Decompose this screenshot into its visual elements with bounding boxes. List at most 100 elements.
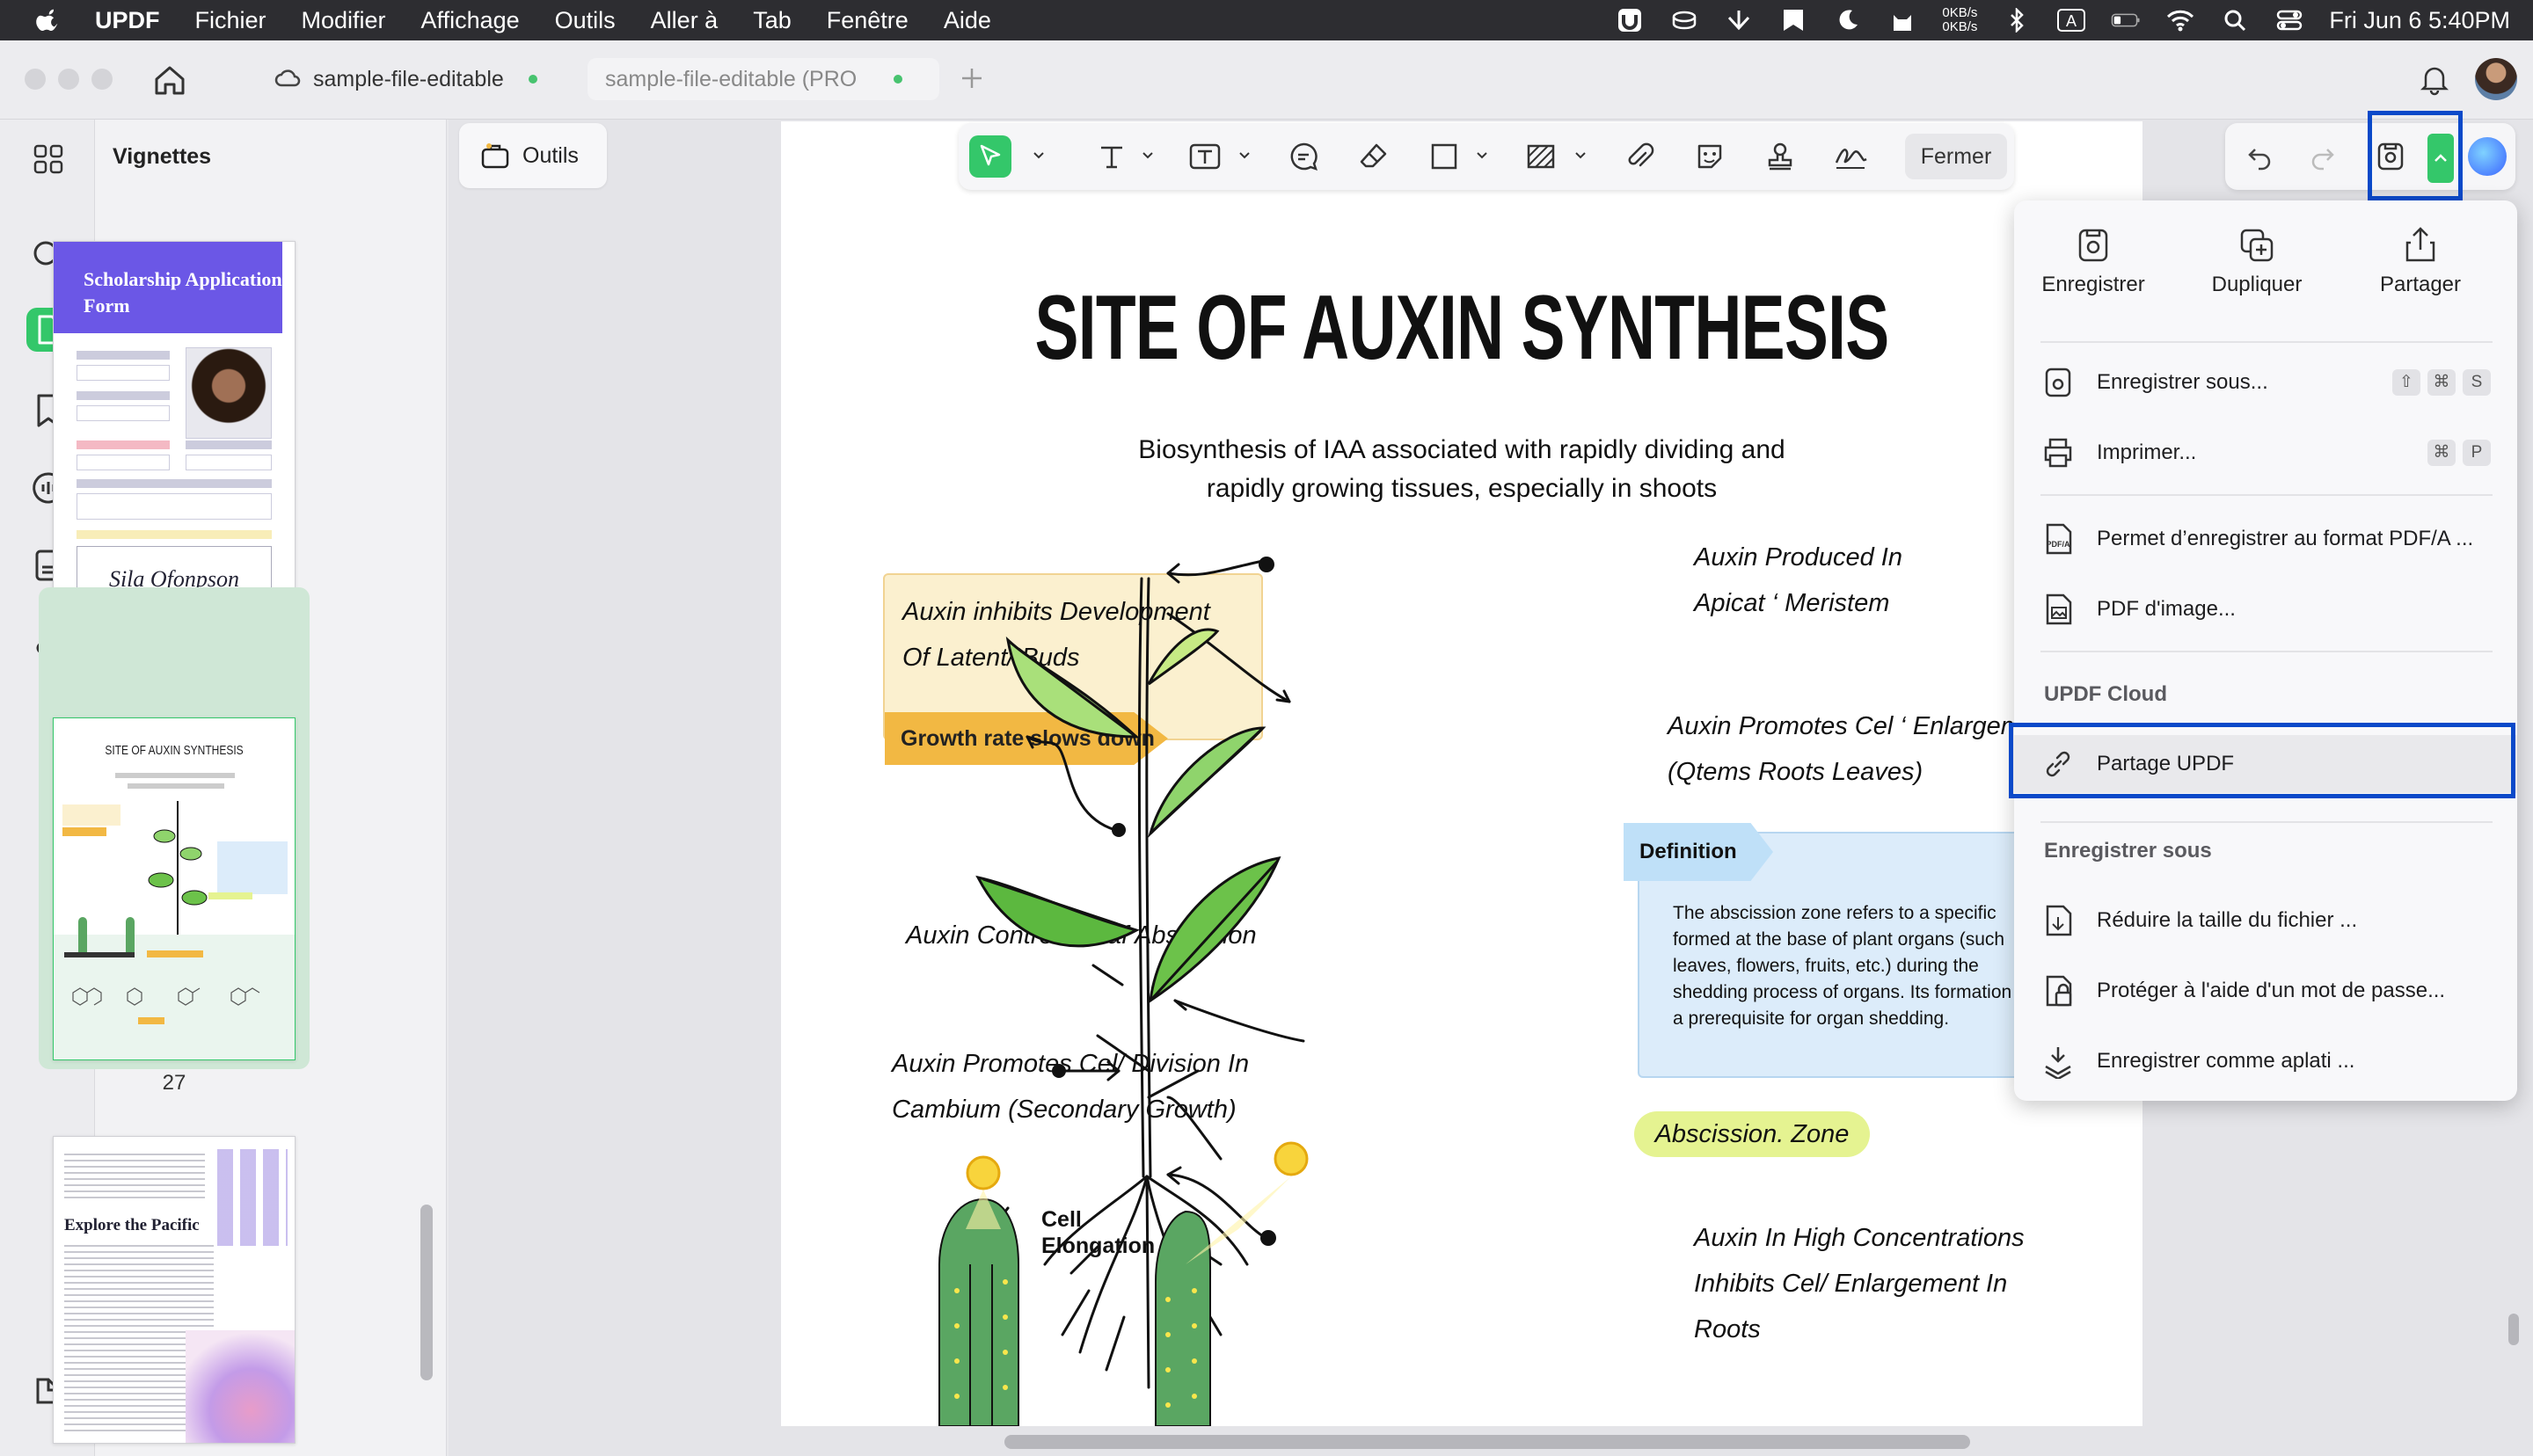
comment-tool-button[interactable] bbox=[1282, 135, 1325, 178]
clock[interactable]: Fri Jun 6 5:40PM bbox=[2329, 7, 2510, 34]
reduce-size-item[interactable]: Réduire la taille du fichier ... bbox=[2014, 892, 2517, 950]
comment-icon bbox=[1290, 142, 1318, 171]
unsaved-dot bbox=[894, 75, 902, 84]
apps-grid-icon[interactable] bbox=[26, 137, 70, 181]
save-as-icon bbox=[2045, 368, 2071, 397]
thumbnail-scrollbar[interactable] bbox=[420, 1205, 433, 1380]
menu-fenetre[interactable]: Fenêtre bbox=[827, 7, 909, 34]
save-as-item[interactable]: Enregistrer sous... ⇧ ⌘ S bbox=[2014, 353, 2517, 411]
chevron-down-icon[interactable] bbox=[1033, 149, 1045, 162]
bluetooth-icon[interactable] bbox=[2002, 7, 2032, 33]
image-pdf-item[interactable]: PDF d'image... bbox=[2014, 580, 2517, 638]
vertical-scrollbar[interactable] bbox=[2508, 1314, 2519, 1345]
window-close-button[interactable] bbox=[25, 69, 46, 90]
menu-tab[interactable]: Tab bbox=[753, 7, 792, 34]
battery-icon[interactable] bbox=[2111, 7, 2141, 33]
print-shortcut: ⌘ P bbox=[2427, 440, 2491, 466]
unsaved-dot bbox=[528, 75, 537, 84]
text-tool-button[interactable] bbox=[1091, 135, 1133, 178]
storage-icon[interactable] bbox=[1669, 7, 1699, 33]
select-tool-button[interactable] bbox=[969, 135, 1011, 178]
updf-menu-icon[interactable] bbox=[1615, 7, 1645, 33]
printer-icon bbox=[2044, 438, 2072, 468]
eraser-tool-button[interactable] bbox=[1353, 135, 1395, 178]
annotation-toolbar: Fermer bbox=[959, 123, 2014, 190]
chevron-down-icon[interactable] bbox=[1238, 149, 1251, 162]
chevron-down-icon[interactable] bbox=[1476, 149, 1488, 162]
thumbnail-page-27[interactable]: SITE OF AUXIN SYNTHESIS bbox=[53, 717, 296, 1060]
chevron-down-icon[interactable] bbox=[1574, 149, 1587, 162]
tab-label: sample-file-editable bbox=[313, 66, 504, 91]
image-pdf-icon bbox=[2046, 593, 2072, 625]
moon-icon[interactable] bbox=[1833, 7, 1863, 33]
notification-bell-icon[interactable] bbox=[2417, 62, 2452, 97]
thumb-photo bbox=[186, 347, 272, 439]
lock-document-icon bbox=[2046, 975, 2072, 1007]
attach-tool-button[interactable] bbox=[1618, 135, 1661, 178]
textbox-tool-button[interactable] bbox=[1184, 135, 1226, 178]
page-number-27: 27 bbox=[162, 1071, 186, 1095]
cloud-section-header: UPDF Cloud bbox=[2044, 682, 2167, 706]
tab-document-2[interactable]: sample-file-editable (PRO bbox=[588, 58, 939, 100]
tools-button[interactable]: Outils bbox=[459, 123, 607, 188]
window-zoom-button[interactable] bbox=[91, 69, 113, 90]
area-tool-button[interactable] bbox=[1520, 135, 1562, 178]
menu-modifier[interactable]: Modifier bbox=[302, 7, 386, 34]
thumb-header: Scholarship Application Form bbox=[54, 242, 282, 333]
control-center-icon[interactable] bbox=[2274, 7, 2304, 33]
home-icon[interactable] bbox=[151, 62, 188, 98]
menu-bar: UPDF Fichier Modifier Affichage Outils A… bbox=[0, 0, 2533, 40]
duplicate-action[interactable]: Dupliquer bbox=[2178, 225, 2336, 297]
menu-fichier[interactable]: Fichier bbox=[195, 7, 266, 34]
menu-aide[interactable]: Aide bbox=[944, 7, 991, 34]
spotlight-search-icon[interactable] bbox=[2220, 7, 2250, 33]
input-source-icon[interactable]: A bbox=[2056, 7, 2086, 33]
save-action[interactable]: Enregistrer bbox=[2014, 225, 2172, 297]
chevron-down-icon[interactable] bbox=[1142, 149, 1154, 162]
duplicate-icon bbox=[2240, 229, 2274, 262]
toolbox-icon bbox=[481, 143, 509, 169]
thumbnail-page-28[interactable]: Explore the Pacific bbox=[53, 1136, 296, 1444]
shape-tool-button[interactable] bbox=[1423, 135, 1465, 178]
flatten-item[interactable]: Enregistrer comme aplati ... bbox=[2014, 1032, 2517, 1090]
menu-app-name[interactable]: UPDF bbox=[95, 7, 160, 34]
user-avatar[interactable] bbox=[2475, 58, 2517, 100]
close-tools-button[interactable]: Fermer bbox=[1905, 134, 2007, 179]
tab-label: sample-file-editable (PRO bbox=[605, 66, 858, 91]
window-minimize-button[interactable] bbox=[58, 69, 79, 90]
menu-aller-a[interactable]: Aller à bbox=[651, 7, 719, 34]
menu-outils[interactable]: Outils bbox=[555, 7, 616, 34]
download-tray-icon[interactable] bbox=[1724, 7, 1754, 33]
undo-icon bbox=[2248, 149, 2271, 171]
cursor-icon bbox=[980, 144, 1001, 166]
pdfa-icon: PDF/A bbox=[2047, 523, 2072, 555]
horizontal-scrollbar[interactable] bbox=[1004, 1435, 1970, 1449]
bookmark-app-icon[interactable] bbox=[1778, 7, 1808, 33]
text-icon bbox=[1101, 146, 1122, 169]
thumb-title: Explore the Pacific bbox=[64, 1216, 200, 1234]
signature-tool-button[interactable] bbox=[1829, 135, 1872, 178]
apple-icon[interactable] bbox=[35, 6, 63, 34]
plant-illustration bbox=[938, 557, 1309, 1426]
tab-document-1[interactable]: sample-file-editable bbox=[274, 58, 537, 100]
protect-password-item[interactable]: Protéger à l'aide d'un mot de passe... bbox=[2014, 962, 2517, 1020]
ai-assistant-icon[interactable] bbox=[2468, 137, 2507, 176]
print-item[interactable]: Imprimer... ⌘ P bbox=[2014, 424, 2517, 482]
undo-button[interactable] bbox=[2239, 135, 2281, 178]
stamp-tool-button[interactable] bbox=[1759, 135, 1801, 178]
thumbnail-page-26[interactable]: Scholarship Application Form Sila Ofonps… bbox=[53, 241, 296, 642]
paperclip-icon bbox=[1628, 142, 1654, 167]
cloud-icon bbox=[274, 69, 301, 87]
pdfa-item[interactable]: PDF/A Permet d’enregistrer au format PDF… bbox=[2014, 510, 2517, 568]
menu-affichage[interactable]: Affichage bbox=[421, 7, 520, 34]
cat-icon[interactable] bbox=[1887, 7, 1917, 33]
save-as-section-header: Enregistrer sous bbox=[2044, 839, 2212, 863]
thumb-title: SITE OF AUXIN SYNTHESIS bbox=[105, 743, 244, 758]
status-area: 0KB/s 0KB/s A Fri Jun 6 5:40PM bbox=[1615, 0, 2510, 40]
new-tab-button[interactable] bbox=[959, 65, 985, 91]
share-action[interactable]: Partager bbox=[2341, 225, 2500, 297]
redo-button[interactable] bbox=[2301, 135, 2343, 178]
wifi-icon[interactable] bbox=[2165, 7, 2195, 33]
sticker-tool-button[interactable] bbox=[1689, 135, 1731, 178]
svg-text:A: A bbox=[2066, 12, 2077, 30]
